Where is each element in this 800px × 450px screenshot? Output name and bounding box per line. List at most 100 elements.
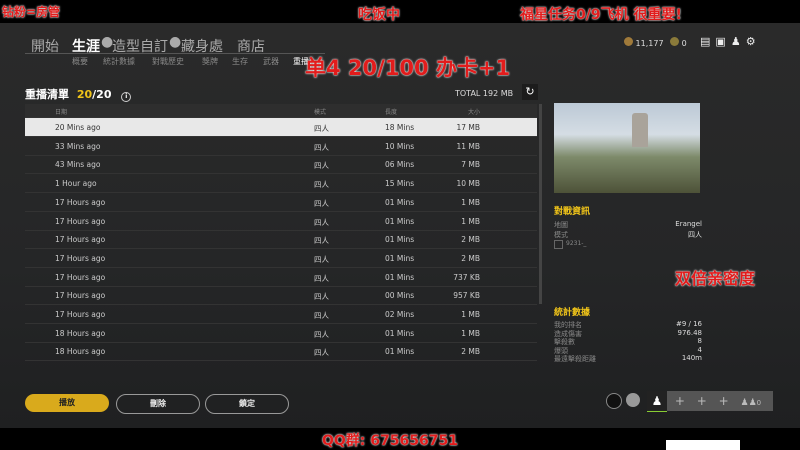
cell-date: 17 Hours ago [55, 291, 106, 301]
cell-mode: 四人 [314, 180, 329, 190]
header-length[interactable]: 長度 [385, 107, 397, 116]
cell-date: 20 Mins ago [55, 123, 101, 132]
table-row[interactable]: 17 Hours ago 四人 01 Mins 737 KB [25, 268, 537, 287]
delete-button[interactable]: 刪除 [116, 394, 200, 414]
cell-mode: 四人 [314, 236, 329, 246]
cell-length: 06 Mins [385, 160, 415, 170]
header-size[interactable]: 大小 [435, 107, 480, 116]
subtab-overview[interactable]: 概要 [72, 56, 88, 67]
cell-length: 01 Mins [385, 272, 415, 282]
cell-mode: 四人 [314, 124, 329, 133]
overlay-top-right: 福星任务0/9飞机 很重要! [520, 7, 682, 23]
cell-length: 02 Mins [385, 310, 415, 319]
voice-icon[interactable] [626, 393, 640, 407]
table-row[interactable]: 33 Mins ago 四人 10 Mins 11 MB [25, 137, 537, 156]
subtab-weapons[interactable]: 武器 [263, 56, 279, 67]
table-row[interactable]: 1 Hour ago 四人 15 Mins 10 MB [25, 174, 537, 194]
inventory-icon[interactable]: ▣ [715, 35, 730, 48]
cell-date: 1 Hour ago [55, 179, 97, 189]
stat-value: 8 [697, 337, 702, 345]
cell-length: 01 Mins [385, 235, 415, 245]
label: 模式 [554, 231, 568, 239]
value: Erangel [675, 220, 702, 228]
play-button[interactable]: 播放 [25, 394, 109, 412]
stat-value: 976.48 [677, 328, 703, 337]
subtab-history[interactable]: 對戰歷史 [152, 56, 184, 67]
stat-row: 最遠擊殺距離 140m [554, 354, 702, 363]
add-member-icon[interactable]: + [675, 394, 685, 408]
table-row[interactable]: 17 Hours ago 四人 01 Mins 1 MB [25, 212, 537, 231]
cell-size: 7 MB [461, 160, 480, 170]
cell-date: 17 Hours ago [55, 235, 106, 245]
cell-date: 17 Hours ago [55, 272, 106, 282]
map-thumbnail [554, 103, 700, 193]
table-header: 日期 模式 長度 大小 [25, 104, 537, 118]
subtab-stats[interactable]: 統計數據 [103, 56, 135, 67]
cell-mode: 四人 [314, 311, 329, 320]
overlay-center: 单4 20/100 办卡+1 [305, 56, 511, 80]
cell-mode: 四人 [314, 161, 329, 171]
refresh-button[interactable]: ↻ [522, 84, 538, 100]
subtab-medals[interactable]: 獎牌 [202, 56, 218, 67]
friends-icon[interactable]: ♟♟ [741, 398, 757, 408]
match-mode: 模式 四人 [554, 230, 702, 239]
bell-icon[interactable]: ♟ [731, 35, 746, 48]
stat-value: #9 / 16 [675, 320, 702, 328]
replay-title-text: 重播清單 [25, 88, 69, 101]
cell-mode: 四人 [314, 292, 329, 302]
gcoin-icon [670, 37, 680, 46]
value: 四人 [688, 231, 702, 239]
cell-size: 11 MB [456, 141, 480, 151]
notify-dot: ● [169, 34, 182, 50]
bp-icon [624, 37, 633, 46]
cell-size: 2 MB [461, 235, 480, 245]
add-member-icon[interactable]: + [719, 394, 729, 408]
cell-length: 01 Mins [385, 347, 415, 357]
cell-mode: 四人 [314, 329, 329, 339]
chat-icon[interactable] [606, 393, 622, 409]
table-row[interactable]: 20 Mins ago 四人 18 Mins 17 MB [25, 118, 537, 137]
cell-date: 17 Hours ago [55, 216, 106, 226]
cell-length: 01 Mins [385, 197, 415, 207]
top-icons: ▤▣♟⚙ [700, 35, 761, 48]
cell-size: 1 MB [461, 310, 480, 319]
overlay-bottom: QQ群: 675656751 [322, 433, 458, 449]
cell-length: 00 Mins [385, 291, 415, 301]
lock-button[interactable]: 鎖定 [205, 394, 289, 414]
cooling-tower [632, 113, 648, 147]
total-size: TOTAL 192 MB [455, 89, 514, 98]
add-member-icon[interactable]: + [697, 394, 707, 408]
cell-size: 17 MB [456, 123, 480, 132]
cell-length: 15 Mins [385, 179, 415, 189]
friends-count: 0 [756, 399, 762, 407]
table-row[interactable]: 18 Hours ago 四人 01 Mins 1 MB [25, 324, 537, 343]
nav-divider [25, 53, 325, 54]
calendar-icon[interactable]: ▤ [700, 35, 715, 48]
match-map: 地圖 Erangel [554, 220, 702, 229]
table-row[interactable]: 17 Hours ago 四人 01 Mins 2 MB [25, 230, 537, 250]
cell-length: 01 Mins [385, 253, 415, 263]
currency: 11,177 0 [624, 37, 687, 48]
cell-date: 43 Mins ago [55, 160, 101, 170]
overlay-right: 双倍亲密度 [675, 269, 756, 288]
player-slot-icon[interactable]: ♟ [647, 391, 667, 412]
bp-amount: 11,177 [635, 39, 664, 48]
table-row[interactable]: 17 Hours ago 四人 02 Mins 1 MB [25, 305, 537, 324]
table-row[interactable]: 17 Hours ago 四人 00 Mins 957 KB [25, 286, 537, 306]
table-row[interactable]: 17 Hours ago 四人 01 Mins 2 MB [25, 249, 537, 268]
cell-mode: 四人 [314, 348, 329, 358]
table-row[interactable]: 17 Hours ago 四人 01 Mins 1 MB [25, 193, 537, 212]
cell-length: 18 Mins [385, 123, 415, 132]
table-row[interactable]: 18 Hours ago 四人 01 Mins 2 MB [25, 342, 537, 362]
scrollbar[interactable] [539, 104, 542, 304]
cell-size: 10 MB [456, 179, 480, 189]
gear-icon[interactable]: ⚙ [746, 35, 761, 48]
cell-size: 1 MB [461, 197, 480, 207]
info-icon[interactable]: i [121, 92, 132, 102]
subtab-survival[interactable]: 生存 [232, 56, 248, 67]
cell-mode: 四人 [314, 217, 329, 227]
header-date[interactable]: 日期 [55, 107, 67, 116]
table-row[interactable]: 43 Mins ago 四人 06 Mins 7 MB [25, 155, 537, 175]
header-mode[interactable]: 模式 [314, 107, 326, 116]
stat-value: 4 [697, 345, 702, 354]
